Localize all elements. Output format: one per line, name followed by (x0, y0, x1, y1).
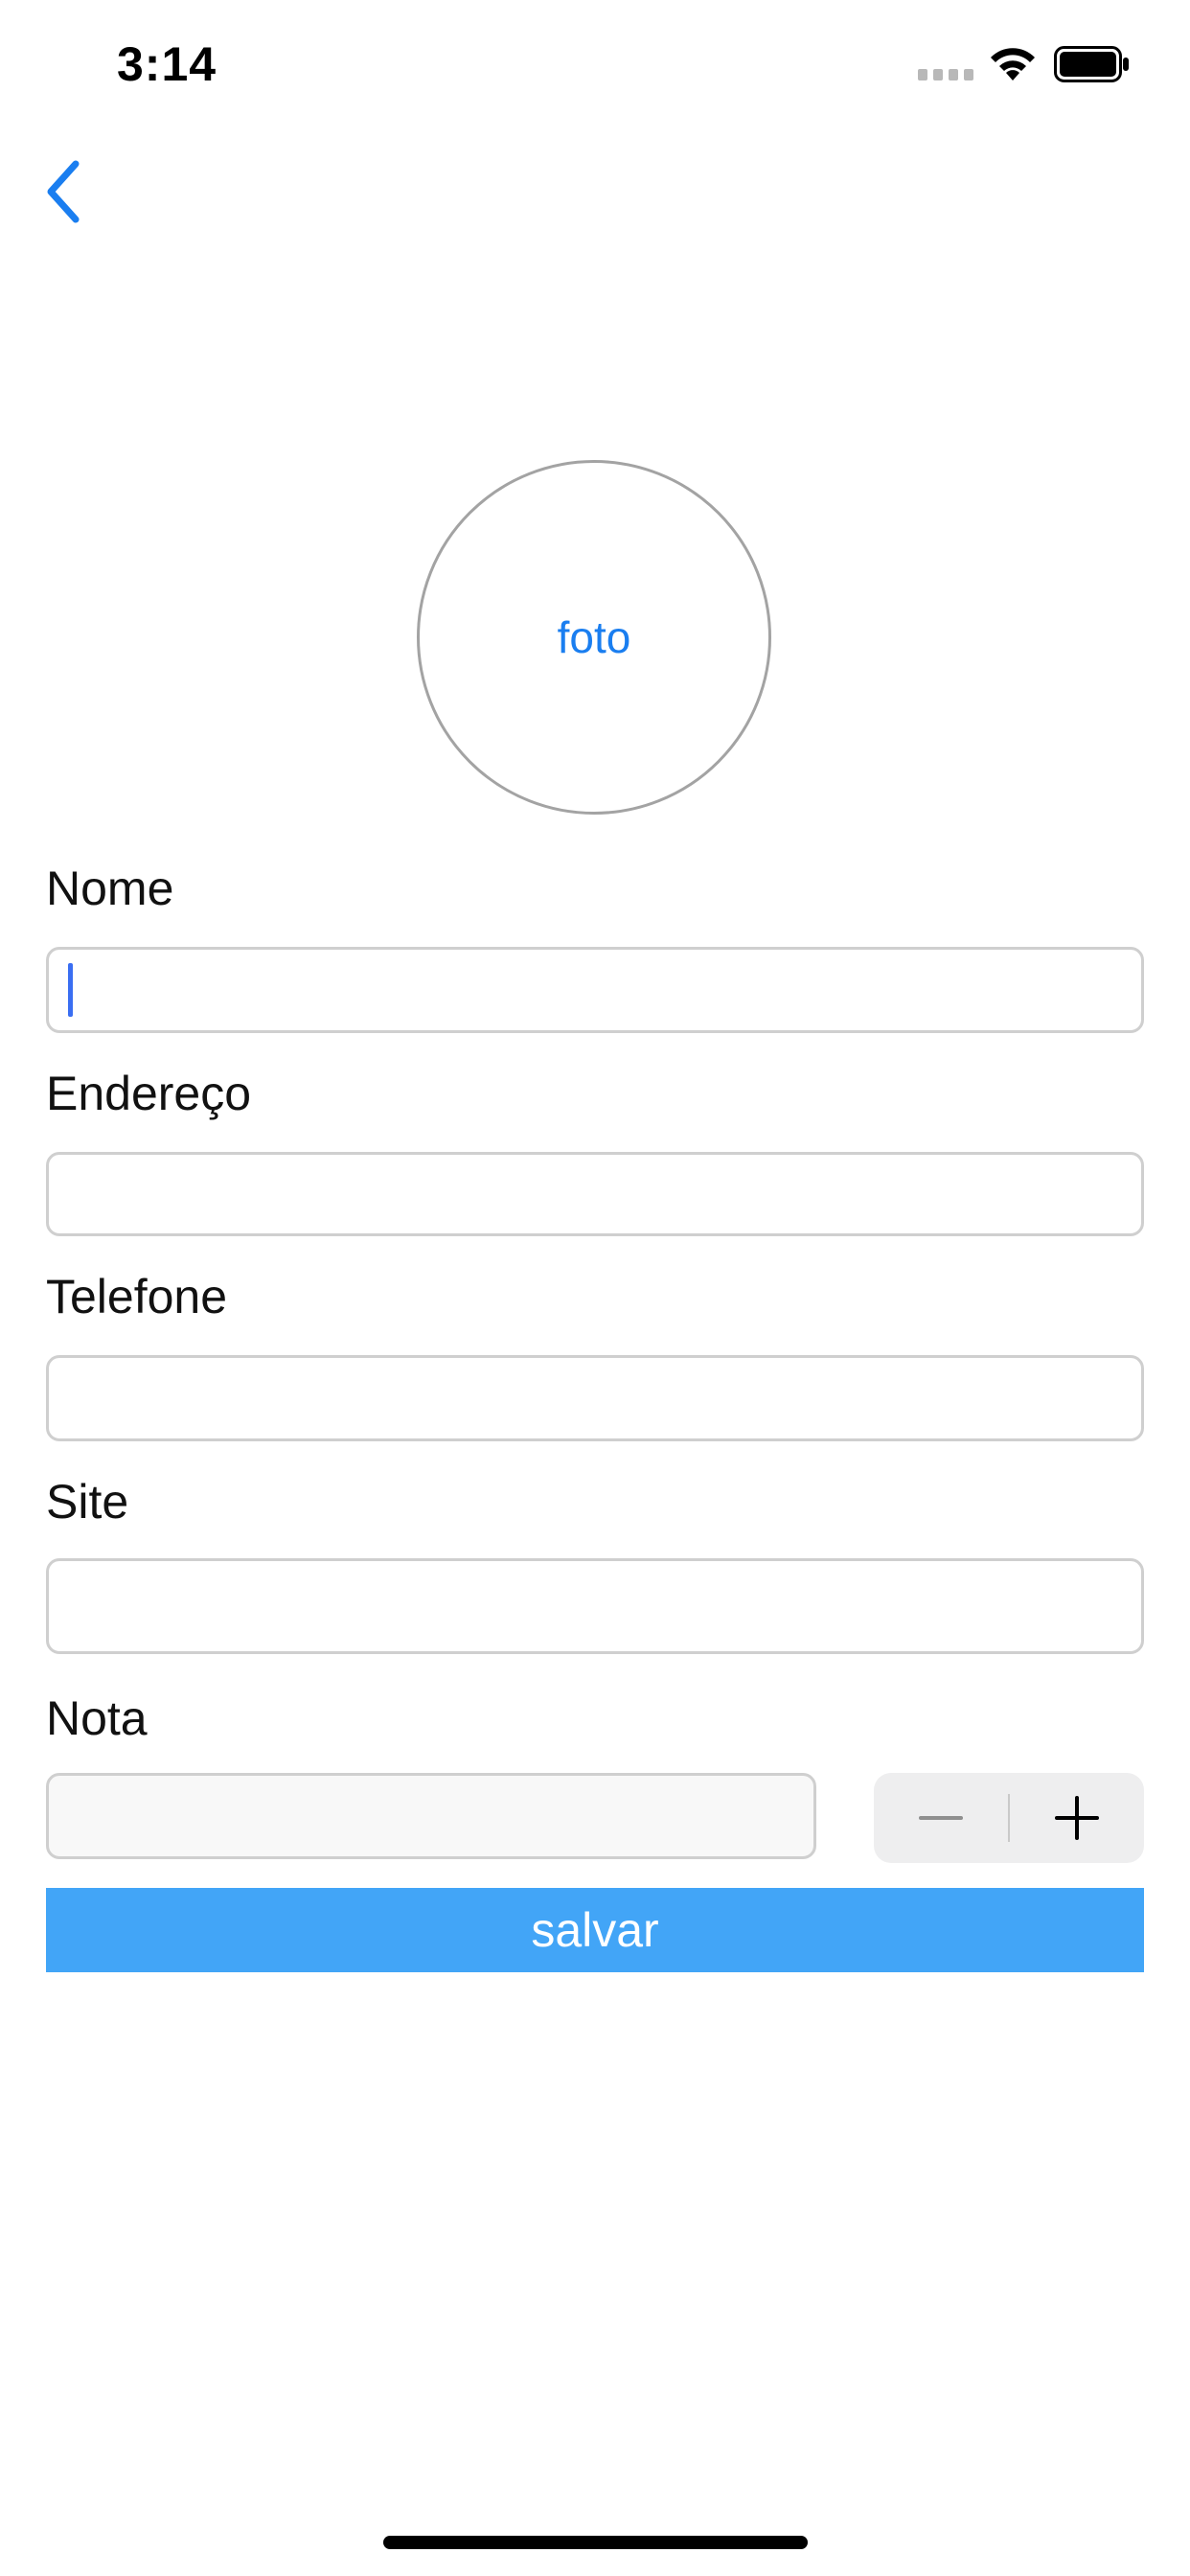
cellular-signal-icon (918, 69, 973, 80)
save-button[interactable]: salvar (46, 1888, 1144, 1972)
rating-label: Nota (46, 1691, 148, 1745)
text-cursor (68, 963, 73, 1017)
phone-input[interactable] (46, 1355, 1144, 1441)
rating-input[interactable] (46, 1773, 816, 1859)
stepper-decrement-button[interactable] (874, 1773, 1008, 1863)
wifi-icon (987, 44, 1039, 82)
back-button[interactable] (29, 153, 96, 230)
name-label: Nome (46, 862, 174, 915)
status-time: 3:14 (117, 37, 217, 91)
home-indicator[interactable] (383, 2536, 808, 2549)
phone-label: Telefone (46, 1270, 228, 1323)
site-label: Site (46, 1475, 129, 1529)
minus-icon (919, 1816, 963, 1820)
rating-stepper (874, 1773, 1144, 1863)
battery-icon (1054, 46, 1131, 82)
photo-label: foto (557, 612, 631, 662)
photo-button[interactable]: foto (417, 460, 771, 815)
address-input[interactable] (46, 1152, 1144, 1236)
chevron-left-icon (47, 160, 80, 223)
site-input[interactable] (46, 1558, 1144, 1654)
address-label: Endereço (46, 1067, 252, 1120)
name-input[interactable] (46, 947, 1144, 1033)
stepper-increment-button[interactable] (1010, 1773, 1144, 1863)
plus-icon (1055, 1796, 1099, 1840)
